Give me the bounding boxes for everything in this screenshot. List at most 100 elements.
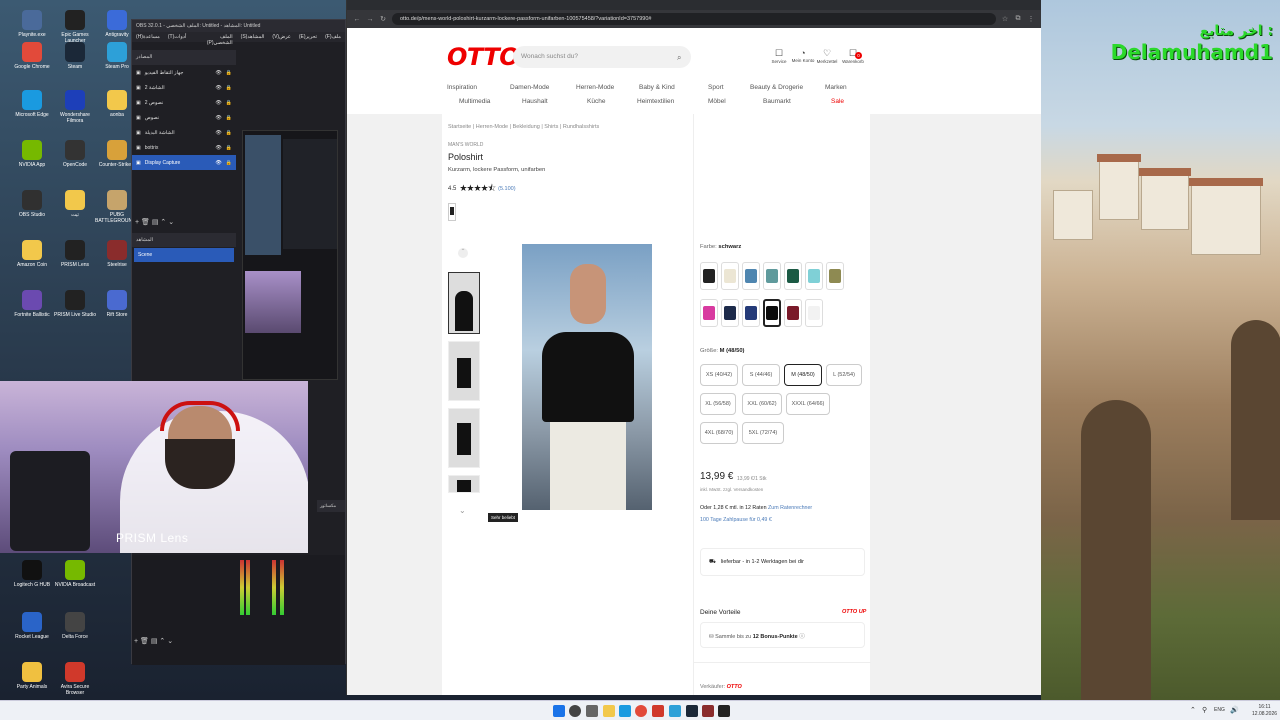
color-swatch[interactable]	[721, 299, 739, 327]
lock-icon[interactable]: 🔒	[226, 85, 232, 91]
forward-icon[interactable]: →	[366, 16, 374, 23]
size-option[interactable]: XXXL (64/66)	[786, 393, 830, 415]
steam-app-icon[interactable]	[686, 705, 698, 717]
desktop-icon[interactable]: NVIDIA Broadcast	[53, 560, 97, 594]
size-option[interactable]: M (48/50)	[784, 364, 822, 386]
obs-menu-item[interactable]: تحرير(E)	[299, 34, 317, 40]
product-main-image[interactable]	[522, 244, 652, 510]
nav-item[interactable]: Marken	[825, 84, 847, 91]
obs-menu-item[interactable]: عرض(V)	[272, 34, 290, 40]
nav-item[interactable]: Baumarkt	[763, 98, 791, 105]
account-button[interactable]: ◔ Mein Konto	[791, 48, 815, 63]
desktop-icon[interactable]: Fortnite Ballistic	[10, 290, 54, 324]
desktop-icon[interactable]: PRISM Live Studio	[53, 290, 97, 324]
eye-icon[interactable]: 👁	[215, 100, 221, 106]
source-item[interactable]: ▣ الشاشة البديلة 👁 🔒	[132, 125, 236, 140]
eye-icon[interactable]: 👁	[215, 85, 221, 91]
lock-icon[interactable]: 🔒	[226, 145, 232, 151]
seller-name[interactable]: OTTO	[727, 684, 742, 690]
desktop-icon[interactable]: Avira Secure Browser	[53, 662, 97, 696]
color-swatch[interactable]	[742, 299, 760, 327]
nav-item[interactable]: Herren-Mode	[576, 84, 614, 91]
brand-name[interactable]: MAN'S WORLD	[448, 142, 483, 148]
eye-icon[interactable]: 👁	[215, 145, 221, 151]
eye-icon[interactable]: 👁	[215, 160, 221, 166]
eye-icon[interactable]: 👁	[215, 115, 221, 121]
nav-item[interactable]: Baby & Kind	[639, 84, 675, 91]
volume-icon[interactable]: 🔊	[1230, 706, 1239, 714]
source-item[interactable]: ▣ نصوص 2 👁 🔒	[132, 95, 236, 110]
eye-icon[interactable]: 👁	[215, 130, 221, 136]
nav-item[interactable]: Sale	[831, 98, 844, 105]
mixer-button[interactable]: مكساتور	[317, 500, 345, 512]
size-option[interactable]: 4XL (68/70)	[700, 422, 738, 444]
lock-icon[interactable]: 🔒	[226, 160, 232, 166]
desktop-icon[interactable]: Playnite.exe	[10, 10, 54, 44]
color-swatch[interactable]	[763, 262, 781, 290]
gallery-thumb[interactable]	[448, 272, 480, 334]
scene-item[interactable]: Scene	[134, 248, 234, 262]
deferred-payment-link[interactable]: 100 Tage Zahlpause für 0,49 €	[700, 517, 772, 523]
eye-icon[interactable]: 👁	[215, 70, 221, 76]
gallery-up-icon[interactable]: ⌃	[458, 248, 468, 258]
avira-icon[interactable]	[652, 705, 664, 717]
service-button[interactable]: ☐ Service	[767, 48, 791, 64]
nav-item[interactable]: Küche	[587, 98, 605, 105]
browser-window[interactable]: ← → ↻ otto.de/p/mens-world-poloshirt-kur…	[346, 0, 1041, 695]
nav-item[interactable]: Möbel	[708, 98, 726, 105]
size-option[interactable]: XL (56/58)	[700, 393, 736, 415]
review-count[interactable]: (5.100)	[498, 186, 515, 192]
desktop-icon[interactable]: Wondershare Filmora	[53, 90, 97, 124]
info-icon[interactable]: ⓘ	[799, 634, 805, 640]
desktop-icon[interactable]: Amazon Coin	[10, 240, 54, 274]
nav-item[interactable]: Heimtextilien	[637, 98, 674, 105]
obs-window[interactable]: OBS 32.0.1 - الملف الشخصي: Untitled - ال…	[131, 19, 346, 665]
lock-icon[interactable]: 🔒	[226, 115, 232, 121]
source-item[interactable]: ▣ Display Capture 👁 🔒	[132, 155, 236, 170]
game-icon[interactable]	[702, 705, 714, 717]
desktop-icon[interactable]: Rocket League	[10, 612, 54, 646]
obs-menu-item[interactable]: المشاهد(S)	[241, 34, 265, 40]
desktop-icon[interactable]: PRISM Lens	[53, 240, 97, 274]
desktop-icon[interactable]: Logitech G HUB	[10, 560, 54, 594]
obs-menu-item[interactable]: ملف(F)	[325, 34, 341, 40]
back-icon[interactable]: ←	[353, 16, 361, 23]
reload-icon[interactable]: ↻	[379, 15, 387, 23]
desktop-icon[interactable]: NVIDIA App	[10, 140, 54, 174]
gallery-down-icon[interactable]: ⌄	[459, 506, 466, 515]
gallery-thumb[interactable]	[448, 475, 480, 493]
color-swatch[interactable]	[805, 299, 823, 327]
search-taskbar-icon[interactable]	[569, 705, 581, 717]
star-icon[interactable]: ☆	[1001, 15, 1009, 23]
wishlist-button[interactable]: ♡ Merkzettel	[815, 48, 839, 64]
desktop-icon[interactable]: Party Animals	[10, 662, 54, 696]
steam-icon[interactable]	[669, 705, 681, 717]
otto-logo[interactable]: OTTO	[447, 43, 520, 71]
network-icon[interactable]: ⚲	[1202, 706, 1207, 714]
menu-icon[interactable]: ⋮	[1027, 15, 1035, 23]
size-option[interactable]: S (44/46)	[742, 364, 780, 386]
desktop-icon[interactable]: Microsoft Edge	[10, 90, 54, 124]
language-indicator[interactable]: ENG	[1214, 707, 1225, 713]
nav-item[interactable]: Sport	[708, 84, 724, 91]
lock-icon[interactable]: 🔒	[226, 100, 232, 106]
breadcrumb[interactable]: Startseite | Herren-Mode | Bekleidung | …	[448, 124, 599, 130]
desktop-icon[interactable]: Steam	[53, 42, 97, 76]
nav-item[interactable]: Damen-Mode	[510, 84, 549, 91]
sources-toolbar[interactable]: + 🗑 ▤ ⌃ ⌄	[132, 215, 236, 229]
color-swatch[interactable]	[805, 262, 823, 290]
tray-chevron-icon[interactable]: ⌃	[1190, 706, 1196, 714]
obs-menu-item[interactable]: مساعدة(H)	[136, 34, 160, 40]
size-option[interactable]: 5XL (72/74)	[742, 422, 784, 444]
url-field[interactable]: otto.de/p/mens-world-poloshirt-kurzarm-l…	[392, 13, 996, 25]
color-swatch[interactable]	[700, 299, 718, 327]
size-option[interactable]: L (52/54)	[826, 364, 862, 386]
nav-item[interactable]: Beauty & Drogerie	[750, 84, 803, 91]
extensions-icon[interactable]: ⧉	[1014, 15, 1022, 23]
nav-item[interactable]: Multimedia	[459, 98, 490, 105]
source-item[interactable]: ▣ نصوص 👁 🔒	[132, 110, 236, 125]
clock[interactable]: 16:11 12.08.2026	[1252, 704, 1277, 718]
desktop-icon[interactable]: تيت	[53, 190, 97, 224]
source-item[interactable]: ▣ bottrix 👁 🔒	[132, 140, 236, 155]
gallery-thumb[interactable]	[448, 341, 480, 401]
